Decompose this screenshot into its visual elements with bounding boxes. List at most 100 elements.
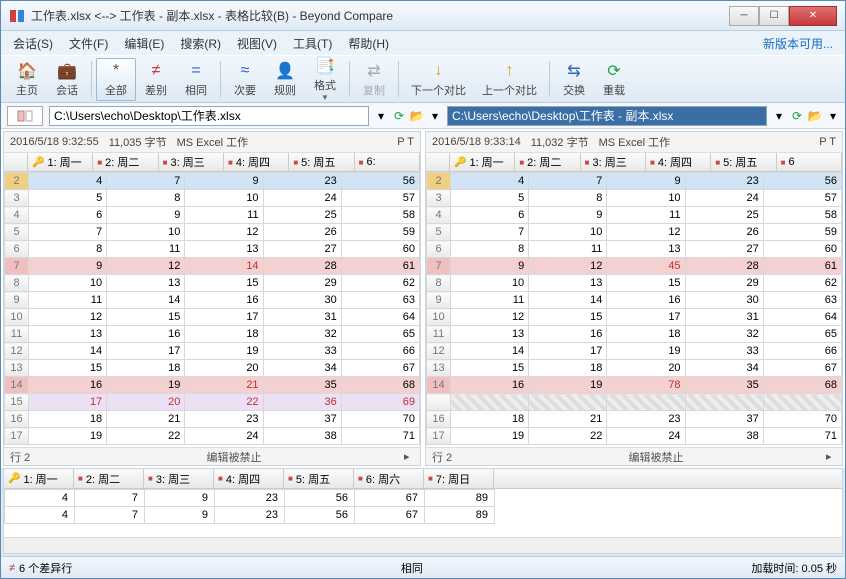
column-header[interactable]: 5: 周五 xyxy=(711,153,776,171)
table-row[interactable]: 469112558 xyxy=(427,207,842,224)
table-row[interactable]: 81013152962 xyxy=(5,275,420,292)
prev-diff-button[interactable]: ↑上一个对比 xyxy=(474,59,545,100)
scroll-right-icon[interactable]: ▸ xyxy=(826,450,842,463)
table-row[interactable]: 6811132760 xyxy=(427,241,842,258)
format-button[interactable]: 📑格式▼ xyxy=(305,54,345,104)
browse-icon[interactable]: 📂 xyxy=(807,108,823,124)
history-icon[interactable]: ⟳ xyxy=(391,108,407,124)
notequal-icon: ≠ xyxy=(146,61,166,81)
column-header[interactable]: 4: 周四 xyxy=(224,153,289,171)
browse-icon[interactable]: 📂 xyxy=(409,108,425,124)
table-row[interactable]: 5710122659 xyxy=(427,224,842,241)
table-row[interactable]: 111316183265 xyxy=(5,326,420,343)
view-tab-icon[interactable] xyxy=(7,106,43,126)
menu-search[interactable]: 搜索(R) xyxy=(174,33,227,54)
table-row[interactable]: 111316183265 xyxy=(427,326,842,343)
left-grid[interactable]: 2479235635810245746911255857101226596811… xyxy=(4,172,420,445)
table-row[interactable]: 81013152962 xyxy=(427,275,842,292)
table-row[interactable]: 141619783568 xyxy=(427,377,842,394)
table-row[interactable]: 121417193366 xyxy=(427,343,842,360)
table-row[interactable]: 101215173164 xyxy=(427,309,842,326)
menu-session[interactable]: 会话(S) xyxy=(7,33,59,54)
table-row[interactable]: 7912452861 xyxy=(427,258,842,275)
column-header[interactable]: 1: 周一 xyxy=(450,153,515,171)
app-icon xyxy=(9,8,25,24)
menu-tools[interactable]: 工具(T) xyxy=(287,33,338,54)
left-path-input[interactable]: C:\Users\echo\Desktop\工作表.xlsx xyxy=(49,106,369,126)
column-header[interactable]: 1: 周一 xyxy=(4,469,74,488)
chevron-down-icon[interactable]: ▾ xyxy=(825,108,841,124)
column-header[interactable]: 6: 周六 xyxy=(354,469,424,488)
chevron-down-icon[interactable]: ▾ xyxy=(427,108,443,124)
copy-button[interactable]: ⇄复制 xyxy=(354,59,394,100)
swap-button[interactable]: ⇆交换 xyxy=(554,59,594,100)
column-header[interactable]: 2: 周二 xyxy=(515,153,580,171)
table-row[interactable]: 358102457 xyxy=(427,190,842,207)
menu-edit[interactable]: 编辑(E) xyxy=(118,33,170,54)
column-header[interactable]: 3: 周三 xyxy=(159,153,224,171)
table-row[interactable]: 91114163063 xyxy=(427,292,842,309)
table-row[interactable]: 151720223669 xyxy=(5,394,420,411)
column-header[interactable]: 1: 周一 xyxy=(28,153,93,171)
column-header[interactable]: 2: 周二 xyxy=(93,153,158,171)
column-header[interactable]: 4: 周四 xyxy=(646,153,711,171)
table-row[interactable]: 358102457 xyxy=(5,190,420,207)
right-path-input[interactable]: C:\Users\echo\Desktop\工作表 - 副本.xlsx xyxy=(447,106,767,126)
table-row[interactable]: 101215173164 xyxy=(5,309,420,326)
reload-button[interactable]: ⟳重载 xyxy=(594,59,634,100)
right-grid[interactable]: 2479235635810245746911255857101226596811… xyxy=(426,172,842,445)
column-header[interactable]: 7: 周日 xyxy=(424,469,494,488)
chevron-down-icon[interactable]: ▾ xyxy=(771,108,787,124)
table-row[interactable]: 7912142861 xyxy=(5,258,420,275)
scroll-right-icon[interactable]: ▸ xyxy=(404,450,420,463)
new-version-link[interactable]: 新版本可用... xyxy=(757,33,839,54)
menu-file[interactable]: 文件(F) xyxy=(63,33,114,54)
table-row[interactable]: 24792356 xyxy=(427,173,842,190)
right-edit-status: 编辑被禁止 xyxy=(486,449,826,465)
column-header[interactable]: 3: 周三 xyxy=(144,469,214,488)
maximize-button[interactable]: ☐ xyxy=(759,6,789,26)
show-diff-button[interactable]: ≠差别 xyxy=(136,59,176,100)
column-header[interactable]: 5: 周五 xyxy=(289,153,354,171)
history-icon[interactable]: ⟳ xyxy=(789,108,805,124)
table-row[interactable]: 6811132760 xyxy=(5,241,420,258)
table-row[interactable]: 131518203467 xyxy=(427,360,842,377)
detail-grid[interactable]: 4792356678947923566789 xyxy=(4,489,495,524)
table-row[interactable]: 5710122659 xyxy=(5,224,420,241)
minimize-button[interactable]: ─ xyxy=(729,6,759,26)
minor-button[interactable]: ≈次要 xyxy=(225,59,265,100)
table-row[interactable]: 161821233770 xyxy=(427,411,842,428)
table-row[interactable]: 121417193366 xyxy=(5,343,420,360)
column-header[interactable]: 6: xyxy=(355,153,420,171)
home-button[interactable]: 🏠主页 xyxy=(7,59,47,100)
menu-help[interactable]: 帮助(H) xyxy=(342,33,395,54)
column-header[interactable]: 2: 周二 xyxy=(74,469,144,488)
column-header[interactable]: 5: 周五 xyxy=(284,469,354,488)
table-row[interactable]: 47923566789 xyxy=(5,490,495,507)
right-column-header[interactable]: 1: 周一2: 周二3: 周三4: 周四5: 周五6 xyxy=(426,152,842,172)
show-all-button[interactable]: *全部 xyxy=(96,58,136,101)
column-header[interactable]: 6 xyxy=(777,153,842,171)
column-header[interactable]: 3: 周三 xyxy=(581,153,646,171)
scrollbar[interactable] xyxy=(4,537,842,553)
table-row[interactable]: 47923566789 xyxy=(5,507,495,524)
table-row[interactable]: 131518203467 xyxy=(5,360,420,377)
chevron-down-icon[interactable]: ▾ xyxy=(373,108,389,124)
table-row[interactable]: 171922243871 xyxy=(427,428,842,445)
table-row[interactable]: 24792356 xyxy=(5,173,420,190)
table-row[interactable]: 91114163063 xyxy=(5,292,420,309)
next-diff-button[interactable]: ↓下一个对比 xyxy=(403,59,474,100)
table-row[interactable]: 469112558 xyxy=(5,207,420,224)
show-same-button[interactable]: =相同 xyxy=(176,59,216,100)
column-header[interactable]: 4: 周四 xyxy=(214,469,284,488)
left-column-header[interactable]: 1: 周一2: 周二3: 周三4: 周四5: 周五6: xyxy=(4,152,420,172)
table-row[interactable] xyxy=(427,394,842,411)
menu-view[interactable]: 视图(V) xyxy=(231,33,283,54)
table-row[interactable]: 161821233770 xyxy=(5,411,420,428)
rules-button[interactable]: 👤规则 xyxy=(265,59,305,100)
table-row[interactable]: 141619213568 xyxy=(5,377,420,394)
detail-header[interactable]: 1: 周一2: 周二3: 周三4: 周四5: 周五6: 周六7: 周日 xyxy=(4,469,842,489)
session-button[interactable]: 💼会话 xyxy=(47,59,87,100)
close-button[interactable]: ✕ xyxy=(789,6,837,26)
table-row[interactable]: 171922243871 xyxy=(5,428,420,445)
